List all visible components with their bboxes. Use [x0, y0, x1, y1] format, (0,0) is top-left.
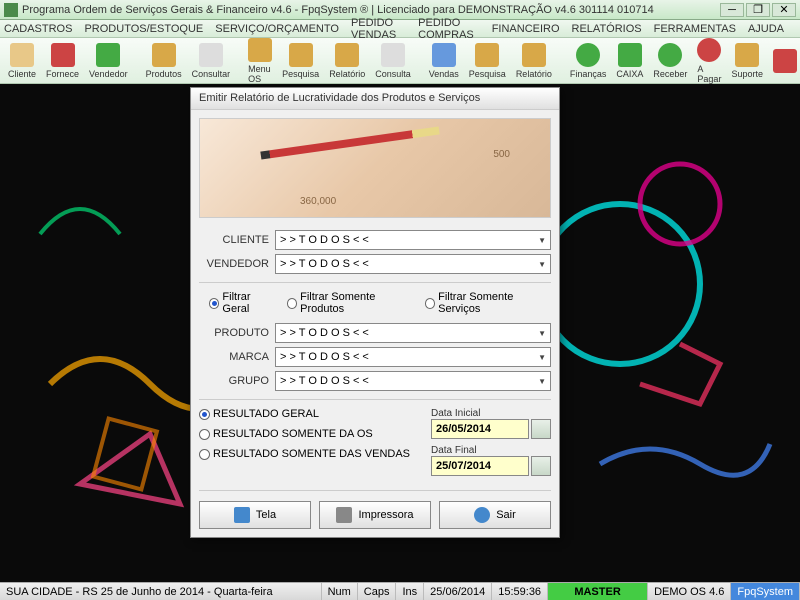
menu-relatorios[interactable]: RELATÓRIOS: [572, 23, 642, 35]
tbtn-fornece[interactable]: Fornece: [42, 41, 83, 81]
label-cliente: CLIENTE: [199, 234, 269, 246]
radio-filtrar-servicos[interactable]: Filtrar Somente Serviços: [425, 291, 551, 315]
menu-pedido-vendas[interactable]: PEDIDO VENDAS: [351, 17, 406, 41]
tbtn-relatorio[interactable]: Relatório: [325, 41, 369, 81]
app-icon: [4, 3, 18, 17]
tbtn-financas[interactable]: Finanças: [566, 41, 611, 81]
window-title: Programa Ordem de Serviços Gerais & Fina…: [22, 4, 720, 16]
menu-ajuda[interactable]: AJUDA: [748, 23, 784, 35]
tbtn-exit[interactable]: [769, 47, 800, 75]
select-grupo[interactable]: > > T O D O S < <▼: [275, 371, 551, 391]
button-tela[interactable]: Tela: [199, 501, 311, 529]
select-cliente[interactable]: > > T O D O S < <▼: [275, 230, 551, 250]
menu-pedido-compras[interactable]: PEDIDO COMPRAS: [418, 17, 480, 41]
select-vendedor[interactable]: > > T O D O S < <▼: [275, 254, 551, 274]
status-bar: SUA CIDADE - RS 25 de Junho de 2014 - Qu…: [0, 582, 800, 600]
menu-bar: CADASTROS PRODUTOS/ESTOQUE SERVIÇO/ORÇAM…: [0, 20, 800, 38]
maximize-button[interactable]: ❐: [746, 3, 770, 17]
button-sair[interactable]: Sair: [439, 501, 551, 529]
screen-icon: [234, 507, 250, 523]
report-dialog: Emitir Relatório de Lucratividade dos Pr…: [190, 87, 560, 538]
menu-financeiro[interactable]: FINANCEIRO: [492, 23, 560, 35]
radio-resultado-os[interactable]: RESULTADO SOMENTE DA OS: [199, 428, 411, 440]
printer-icon: [336, 507, 352, 523]
status-date: 25/06/2014: [424, 583, 492, 600]
label-marca: MARCA: [199, 351, 269, 363]
label-data-final: Data Final: [431, 445, 551, 456]
input-data-inicial[interactable]: 26/05/2014: [431, 419, 529, 439]
status-ins: Ins: [396, 583, 424, 600]
tbtn-caixa[interactable]: CAIXA: [612, 41, 647, 81]
menu-servico-orcamento[interactable]: SERVIÇO/ORÇAMENTO: [215, 23, 339, 35]
tbtn-vendedor[interactable]: Vendedor: [85, 41, 132, 81]
tbtn-consulta[interactable]: Consulta: [371, 41, 415, 81]
label-produto: PRODUTO: [199, 327, 269, 339]
radio-resultado-geral[interactable]: RESULTADO GERAL: [199, 408, 411, 420]
dialog-header-image: 360,000 500: [199, 118, 551, 218]
radio-resultado-vendas[interactable]: RESULTADO SOMENTE DAS VENDAS: [199, 448, 411, 460]
menu-produtos-estoque[interactable]: PRODUTOS/ESTOQUE: [84, 23, 203, 35]
status-master: MASTER: [548, 583, 648, 600]
input-data-final[interactable]: 25/07/2014: [431, 456, 529, 476]
tbtn-relatorio-2[interactable]: Relatório: [512, 41, 556, 81]
tbtn-receber[interactable]: Receber: [649, 41, 691, 81]
status-num: Num: [322, 583, 358, 600]
label-grupo: GRUPO: [199, 375, 269, 387]
status-location: SUA CIDADE - RS 25 de Junho de 2014 - Qu…: [0, 583, 322, 600]
select-produto[interactable]: > > T O D O S < <▼: [275, 323, 551, 343]
status-demo: DEMO OS 4.6: [648, 583, 731, 600]
tbtn-pesquisa-2[interactable]: Pesquisa: [465, 41, 510, 81]
select-marca[interactable]: > > T O D O S < <▼: [275, 347, 551, 367]
desktop-area: Emitir Relatório de Lucratividade dos Pr…: [0, 84, 800, 582]
calendar-button-start[interactable]: [531, 419, 551, 439]
menu-ferramentas[interactable]: FERRAMENTAS: [654, 23, 736, 35]
tbtn-cliente[interactable]: Cliente: [4, 41, 40, 81]
minimize-button[interactable]: ─: [720, 3, 744, 17]
radio-filtrar-geral[interactable]: Filtrar Geral: [209, 291, 277, 315]
tbtn-pagar[interactable]: A Pagar: [693, 36, 725, 86]
button-impressora[interactable]: Impressora: [319, 501, 431, 529]
label-vendedor: VENDEDOR: [199, 258, 269, 270]
tbtn-menu-os[interactable]: Menu OS: [244, 36, 276, 86]
menu-cadastros[interactable]: CADASTROS: [4, 23, 72, 35]
tbtn-vendas[interactable]: Vendas: [425, 41, 463, 81]
calendar-button-end[interactable]: [531, 456, 551, 476]
toolbar: Cliente Fornece Vendedor Produtos Consul…: [0, 38, 800, 84]
tbtn-pesquisa[interactable]: Pesquisa: [278, 41, 323, 81]
tbtn-produtos[interactable]: Produtos: [142, 41, 186, 81]
label-data-inicial: Data Inicial: [431, 408, 551, 419]
tbtn-consultar[interactable]: Consultar: [188, 41, 235, 81]
dialog-title: Emitir Relatório de Lucratividade dos Pr…: [191, 88, 559, 110]
radio-filtrar-produtos[interactable]: Filtrar Somente Produtos: [287, 291, 415, 315]
tbtn-suporte[interactable]: Suporte: [727, 41, 767, 81]
status-fpq: FpqSystem: [731, 583, 800, 600]
exit-icon: [474, 507, 490, 523]
status-time: 15:59:36: [492, 583, 548, 600]
status-caps: Caps: [358, 583, 397, 600]
close-button[interactable]: ✕: [772, 3, 796, 17]
